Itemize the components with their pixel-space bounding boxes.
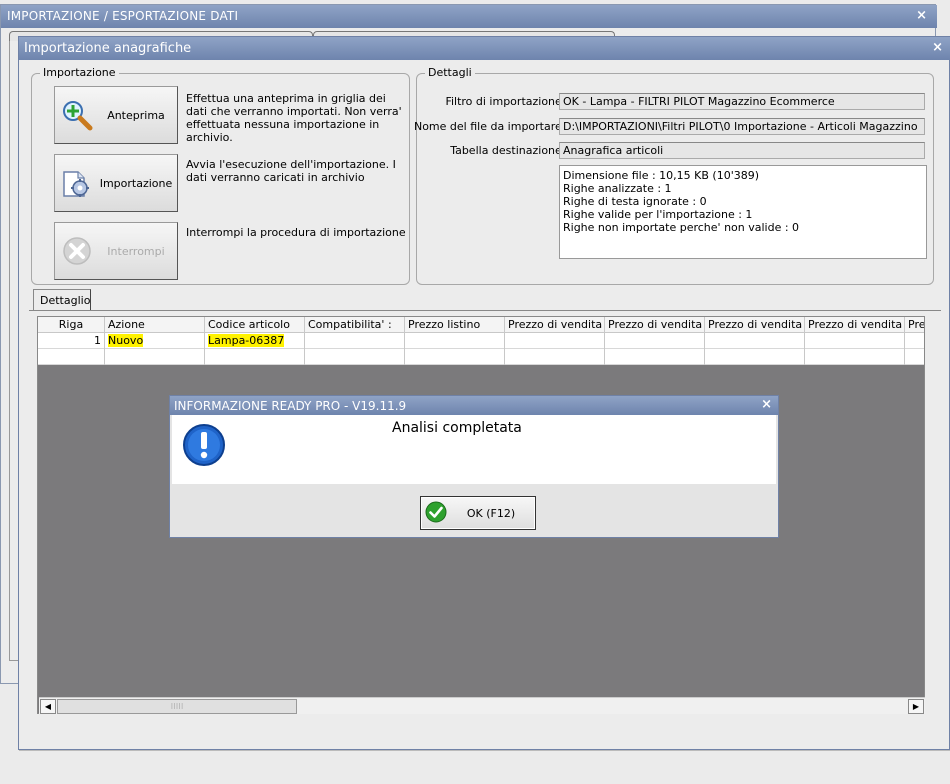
cell-empty (405, 349, 505, 365)
cell-empty (805, 333, 905, 349)
message-box-title: INFORMAZIONE READY PRO - V19.11.9 (170, 396, 778, 415)
desktop-area (0, 752, 950, 784)
info-line: Righe di testa ignorate : 0 (563, 195, 707, 208)
anteprima-label: Anteprima (107, 108, 165, 122)
grid-header: Riga Azione Codice articolo Compatibilit… (38, 317, 924, 333)
anteprima-description: Effettua una anteprima in griglia dei da… (186, 92, 402, 144)
cell-empty (705, 349, 805, 365)
message-box-close-button[interactable]: × (761, 397, 772, 412)
column-header[interactable]: Prezzo di vendita (805, 317, 905, 333)
cell-azione: Nuovo (105, 333, 205, 349)
column-header[interactable]: Codice articolo (205, 317, 305, 333)
cell-empty (605, 333, 705, 349)
scrollbar-thumb[interactable]: ⁝⁝⁝⁝⁝ (57, 699, 297, 714)
importazione-button[interactable]: Importazione (54, 154, 178, 212)
column-header[interactable]: Prezzo di vendita (705, 317, 805, 333)
interrompi-label: Interrompi (107, 244, 165, 258)
scroll-right-icon[interactable]: ▶ (908, 699, 924, 714)
horizontal-scrollbar[interactable]: ◀ ⁝⁝⁝⁝⁝ ▶ (39, 697, 925, 714)
column-header[interactable]: Prez (905, 317, 924, 333)
column-header[interactable]: Prezzo di vendita (505, 317, 605, 333)
cell-empty (205, 349, 305, 365)
scroll-left-icon[interactable]: ◀ (40, 699, 56, 714)
cell-empty (38, 349, 105, 365)
cell-empty (505, 349, 605, 365)
import-dialog: Importazione anagrafiche × Importazione … (18, 36, 950, 750)
filtro-label: Filtro di importazione : (445, 95, 569, 108)
filtro-field: OK - Lampa - FILTRI PILOT Magazzino Ecom… (559, 93, 925, 110)
tab-dettaglio[interactable]: Dettaglio (33, 289, 91, 310)
tab-divider (29, 310, 941, 311)
document-gear-icon (59, 165, 95, 201)
tabella-field: Anagrafica articoli (559, 142, 925, 159)
cell-empty (505, 333, 605, 349)
ok-button[interactable]: OK (F12) (420, 496, 536, 530)
dettagli-legend: Dettagli (425, 66, 475, 79)
dialog-title: Importazione anagrafiche (19, 37, 950, 60)
info-line: Righe analizzate : 1 (563, 182, 672, 195)
ok-button-label: OK (F12) (466, 506, 516, 520)
message-text: Analisi completata (392, 420, 522, 436)
cell-empty (305, 349, 405, 365)
info-line: Righe valide per l'importazione : 1 (563, 208, 753, 221)
message-box-body: Analisi completata (172, 415, 776, 484)
table-row-new[interactable] (38, 349, 924, 365)
info-line: Dimensione file : 10,15 KB (10'389) (563, 169, 760, 182)
file-info-box: Dimensione file : 10,15 KB (10'389) Righ… (559, 165, 927, 259)
importazione-group: Importazione Anteprima Effettua una ante… (31, 66, 410, 285)
cell-empty (305, 333, 405, 349)
column-header[interactable]: Prezzo listino (405, 317, 505, 333)
dialog-close-button[interactable]: × (932, 40, 943, 55)
column-header[interactable]: Compatibilita' : (305, 317, 405, 333)
file-label: Nome del file da importare : (413, 120, 569, 133)
column-header[interactable]: Prezzo di vendita (605, 317, 705, 333)
importazione-label: Importazione (99, 176, 173, 190)
zoom-add-icon (59, 97, 95, 133)
cell-empty (605, 349, 705, 365)
info-message-box: INFORMAZIONE READY PRO - V19.11.9 × Anal… (169, 395, 779, 538)
info-line: Righe non importate perche' non valide :… (563, 221, 800, 234)
anteprima-button[interactable]: Anteprima (54, 86, 178, 144)
cell-codice: Lampa-06387 (205, 333, 305, 349)
tabella-label: Tabella destinazione : (450, 144, 569, 157)
file-field: D:\IMPORTAZIONI\Filtri PILOT\0 Importazi… (559, 118, 925, 135)
cell-empty (805, 349, 905, 365)
cell-riga: 1 (38, 333, 105, 349)
azione-highlighted: Nuovo (108, 334, 144, 347)
interrompi-description: Interrompi la procedura di importazione (186, 226, 406, 239)
cell-empty (405, 333, 505, 349)
outer-window-title: IMPORTAZIONE / ESPORTAZIONE DATI (1, 5, 937, 28)
cell-empty (705, 333, 805, 349)
codice-highlighted: Lampa-06387 (208, 334, 285, 347)
interrompi-button[interactable]: Interrompi (54, 222, 178, 280)
importazione-legend: Importazione (40, 66, 119, 79)
importazione-description: Avvia l'esecuzione dell'importazione. I … (186, 158, 396, 184)
outer-close-button[interactable]: × (916, 8, 927, 23)
table-row[interactable]: 1 Nuovo Lampa-06387 (38, 333, 924, 349)
column-header[interactable]: Riga (38, 317, 105, 333)
column-header[interactable]: Azione (105, 317, 205, 333)
check-icon (425, 501, 447, 526)
cell-empty (105, 349, 205, 365)
exclamation-icon (182, 423, 226, 470)
stop-icon (59, 233, 95, 269)
